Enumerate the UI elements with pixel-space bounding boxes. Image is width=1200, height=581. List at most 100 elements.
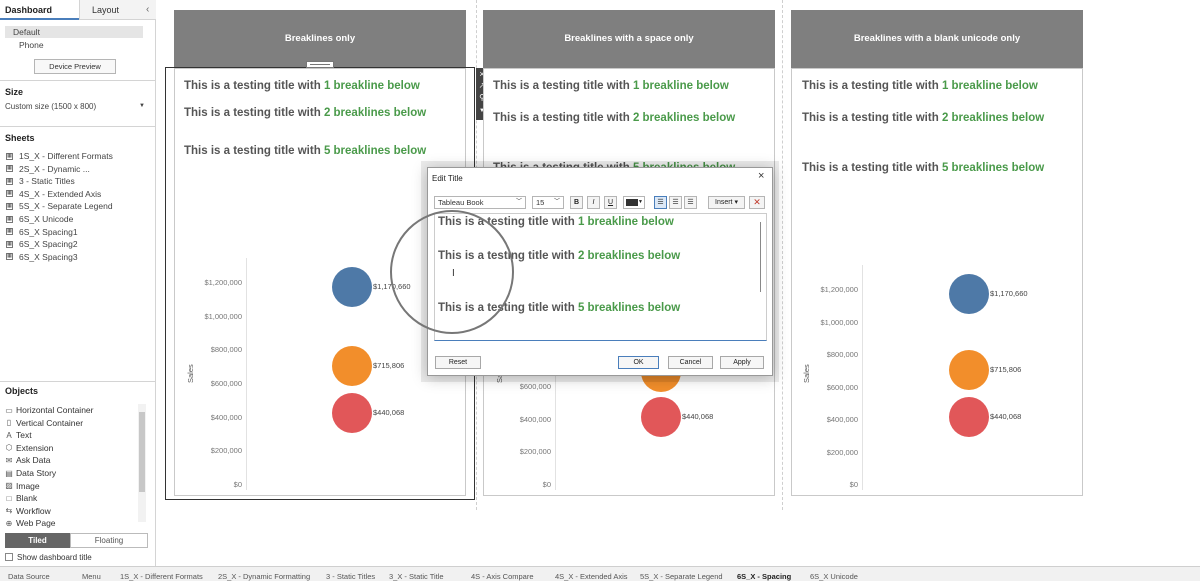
sheet-item[interactable]: ▦ 6S_X Unicode (6, 214, 73, 224)
align-left-icon[interactable]: ☰ (654, 196, 667, 209)
font-color-picker[interactable]: ▼ (623, 196, 645, 209)
y-tick-label: $0 (233, 480, 242, 489)
font-select[interactable]: Tableau Book ﹀ (434, 196, 526, 209)
bold-button[interactable]: B (570, 196, 583, 209)
sheet-tab[interactable]: 1S_X - Different Formats (120, 572, 203, 581)
pane1-title-line-1: This is a testing title with 1 breakline… (184, 80, 420, 92)
device-phone[interactable]: Phone (19, 40, 44, 50)
size-select[interactable]: Custom size (1500 x 800) (5, 102, 96, 111)
objects-header: Objects (5, 386, 39, 396)
sheet-item[interactable]: ▦ 2S_X - Dynamic ... (6, 164, 90, 174)
sheet-item[interactable]: ▦ 1S_X - Different Formats (6, 151, 113, 161)
apply-button[interactable]: Apply (720, 356, 764, 369)
sheet-item[interactable]: ▦ 6S_X Spacing1 (6, 227, 78, 237)
sheet-tab[interactable]: Data Source (8, 572, 50, 581)
ok-button[interactable]: OK (618, 356, 659, 369)
tab-dashboard[interactable]: Dashboard (0, 0, 79, 20)
sheet-tab[interactable]: 3 - Static Titles (326, 572, 375, 581)
size-header: Size (5, 87, 24, 97)
sheet-item[interactable]: ▦ 6S_X Spacing2 (6, 239, 78, 249)
object-item[interactable]: ⇆ Workflow (4, 506, 51, 516)
sales-circle-mark[interactable] (949, 350, 989, 390)
y-tick-label: $200,000 (519, 447, 551, 457)
sheet-tab[interactable]: 6S_X - Spacing (737, 572, 791, 581)
object-item-label: Vertical Container (16, 417, 84, 428)
pane3-title-line-3: This is a testing title with 5 breakline… (802, 162, 1045, 174)
pane3-title-line-1: This is a testing title with 1 breakline… (802, 80, 1038, 92)
insert-menu-button[interactable]: Insert ▾ (708, 196, 745, 209)
sales-circle-mark[interactable] (641, 397, 681, 437)
sheet-tab[interactable]: Menu (82, 572, 101, 581)
pane-header-1: Breaklines only (174, 10, 466, 68)
editor-scrollbar[interactable] (760, 222, 761, 292)
sheet-icon: ▦ (6, 190, 13, 198)
device-preview-button[interactable]: Device Preview (34, 59, 116, 74)
align-right-icon[interactable]: ☰ (684, 196, 697, 209)
sheets-header: Sheets (5, 133, 35, 143)
pane2-title-line-1: This is a testing title with 1 breakline… (493, 80, 729, 92)
sheet-item[interactable]: ▦ 4S_X - Extended Axis (6, 189, 101, 199)
device-default[interactable]: Default (5, 26, 143, 38)
mark-value-label: $1,170,660 (990, 289, 1028, 298)
sheet-item-label: 1S_X - Different Formats (19, 151, 113, 161)
show-title-checkbox[interactable] (5, 553, 13, 561)
chevron-down-icon[interactable]: ▼ (139, 103, 145, 109)
pane1-title-line-2: This is a testing title with 2 breakline… (184, 107, 427, 119)
reset-button[interactable]: Reset (435, 356, 481, 369)
dialog-close-icon[interactable]: × (758, 170, 764, 182)
object-item[interactable]: ⬡ Extension (4, 443, 54, 453)
sales-circle-mark[interactable] (332, 346, 372, 386)
objects-scrollbar[interactable] (138, 404, 146, 522)
object-item[interactable]: ▨ Image (4, 480, 40, 491)
object-item[interactable]: □ Blank (4, 493, 38, 503)
object-item[interactable]: ▯ Vertical Container (4, 418, 83, 428)
sheet-item[interactable]: ▦ 6S_X Spacing3 (6, 252, 78, 262)
collapse-icon[interactable]: ‹ (146, 4, 149, 15)
object-item[interactable]: ✉ Ask Data (4, 455, 51, 465)
object-item[interactable]: ▭ Horizontal Container (4, 405, 93, 415)
tab-layout[interactable]: Layout (79, 0, 156, 20)
object-item[interactable]: ▤ Data Story (4, 468, 56, 478)
clear-format-icon[interactable]: ✕ (749, 196, 765, 209)
zone-drag-handle[interactable] (306, 61, 334, 68)
sales-circle-mark[interactable] (332, 267, 372, 307)
sheet-item[interactable]: ▦ 3 - Static Titles (6, 176, 75, 186)
sheet-tab[interactable]: 4S - Axis Compare (471, 572, 534, 581)
italic-button[interactable]: I (587, 196, 600, 209)
y-tick-label: $1,000,000 (204, 311, 242, 321)
object-item-label: Web Page (16, 518, 56, 529)
sheet-tab[interactable]: 6S_X Unicode (810, 572, 858, 581)
show-title-label: Show dashboard title (17, 553, 92, 562)
sheet-tab[interactable]: 3_X - Static Title (389, 572, 444, 581)
sheet-item-label: 3 - Static Titles (19, 176, 75, 187)
cancel-button[interactable]: Cancel (668, 356, 713, 369)
object-item-label: Workflow (16, 505, 51, 516)
underline-button[interactable]: U (604, 196, 617, 209)
floating-button[interactable]: Floating (70, 533, 148, 548)
sheet-tab[interactable]: 2S_X - Dynamic Formatting (218, 572, 310, 581)
sales-circle-mark[interactable] (949, 274, 989, 314)
sales-circle-mark[interactable] (949, 397, 989, 437)
sheet-pane-3[interactable] (791, 68, 1083, 496)
sheet-tab[interactable]: 4S_X - Extended Axis (555, 572, 628, 581)
sheet-item[interactable]: ▦ 5S_X - Separate Legend (6, 201, 113, 211)
sheet-item-label: 6S_X Spacing1 (19, 226, 78, 237)
mark-value-label: $440,068 (682, 412, 714, 421)
y-tick-label: $400,000 (826, 415, 858, 424)
align-center-icon[interactable]: ☰ (669, 196, 682, 209)
ask-data-icon: ✉ (5, 455, 13, 465)
sheet-icon: ▦ (6, 202, 13, 210)
sheet-item-label: 2S_X - Dynamic ... (19, 163, 90, 174)
object-item[interactable]: A Text (4, 430, 31, 440)
sheet-tab[interactable]: 5S_X - Separate Legend (640, 572, 723, 581)
sheet-item-label: 6S_X Unicode (19, 214, 74, 224)
sales-circle-mark[interactable] (332, 393, 372, 433)
object-item-label: Image (16, 480, 40, 491)
sheet-item-label: 4S_X - Extended Axis (19, 188, 102, 199)
horizontal-container-icon: ▭ (5, 405, 13, 415)
tiled-button[interactable]: Tiled (5, 533, 70, 548)
font-size-select[interactable]: 15 ﹀ (532, 196, 564, 209)
object-item-label: Data Story (16, 468, 57, 478)
object-item[interactable]: ⊕ Web Page (4, 518, 56, 528)
sheet-icon: ▦ (6, 177, 13, 185)
